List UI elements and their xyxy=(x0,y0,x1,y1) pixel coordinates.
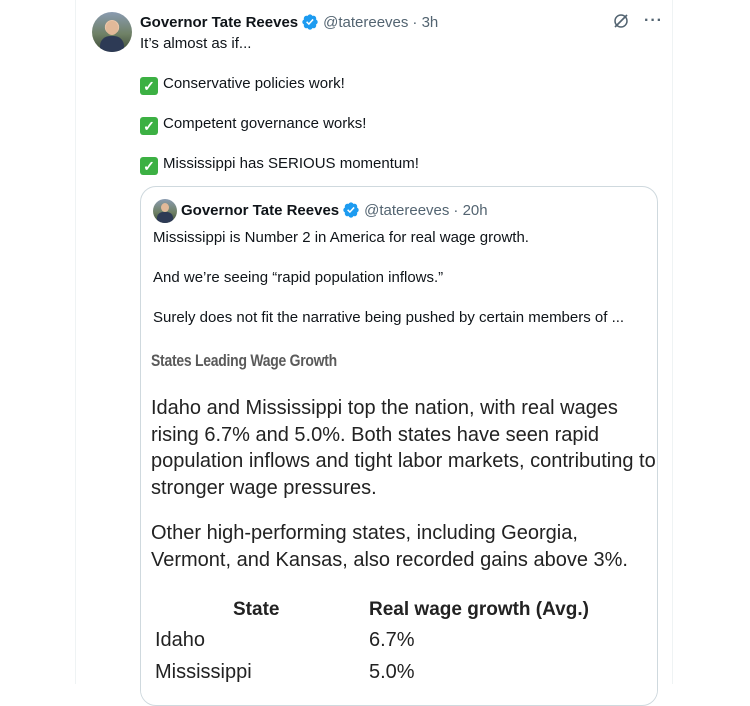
bullet-item: ✓ Competent governance works! xyxy=(140,114,366,135)
table-cell: Mississippi xyxy=(155,661,252,683)
bullet-item: ✓ Conservative policies work! xyxy=(140,74,345,95)
quoted-author-name: Governor Tate Reeves xyxy=(181,201,340,219)
check-mark-icon: ✓ xyxy=(140,117,158,135)
table-cell: 5.0% xyxy=(369,661,415,683)
quoted-text-line: And we’re seeing “rapid population inflo… xyxy=(153,269,444,286)
check-mark-icon: ✓ xyxy=(140,157,158,175)
post-time[interactable]: · 3h xyxy=(412,14,438,31)
bullet-text: Competent governance works! xyxy=(163,115,367,132)
image-title: States Leading Wage Growth xyxy=(151,351,337,370)
bullet-item: ✓ Mississippi has SERIOUS momentum! xyxy=(140,154,419,175)
quoted-post-header: Governor Tate Reeves @tatereeves · 20h xyxy=(181,201,488,219)
image-paragraph: Idaho and Mississippi top the nation, wi… xyxy=(151,397,656,499)
bullet-text: Conservative policies work! xyxy=(163,75,345,92)
post-text-line1: It’s almost as if... xyxy=(140,35,252,52)
verified-badge-icon xyxy=(343,202,359,218)
avatar-body xyxy=(157,212,173,223)
post-header: Governor Tate Reeves @tatereeves · 3h xyxy=(140,12,438,32)
quoted-media-image[interactable]: States Leading Wage Growth Idaho and Mis… xyxy=(141,343,657,703)
author-name[interactable]: Governor Tate Reeves xyxy=(140,14,298,31)
quoted-text-line: Surely does not fit the narrative being … xyxy=(153,309,625,326)
author-avatar[interactable] xyxy=(92,12,132,52)
avatar-head xyxy=(161,203,169,212)
image-paragraph: Other high-performing states, including … xyxy=(151,522,628,571)
quoted-post-time: · 20h xyxy=(453,201,488,219)
table-header-growth: Real wage growth (Avg.) xyxy=(369,599,589,620)
quoted-text-line: Mississippi is Number 2 in America for r… xyxy=(153,229,529,246)
quoted-post[interactable]: Governor Tate Reeves @tatereeves · 20h M… xyxy=(140,186,658,706)
quoted-author-handle: @tatereeves xyxy=(364,201,450,219)
bullet-text: Mississippi has SERIOUS momentum! xyxy=(163,155,419,172)
quoted-author-avatar xyxy=(153,199,177,223)
post-actions-top: ··· xyxy=(612,12,663,30)
more-options-icon[interactable]: ··· xyxy=(644,12,663,30)
table-cell: Idaho xyxy=(155,629,206,651)
author-handle[interactable]: @tatereeves xyxy=(323,14,408,31)
avatar-head xyxy=(106,21,118,35)
grok-icon[interactable] xyxy=(612,12,630,30)
table-header-state: State xyxy=(233,599,280,620)
table-cell: 6.7% xyxy=(369,629,415,651)
verified-badge-icon xyxy=(302,14,318,30)
check-mark-icon: ✓ xyxy=(140,77,158,95)
avatar-body xyxy=(100,36,124,52)
